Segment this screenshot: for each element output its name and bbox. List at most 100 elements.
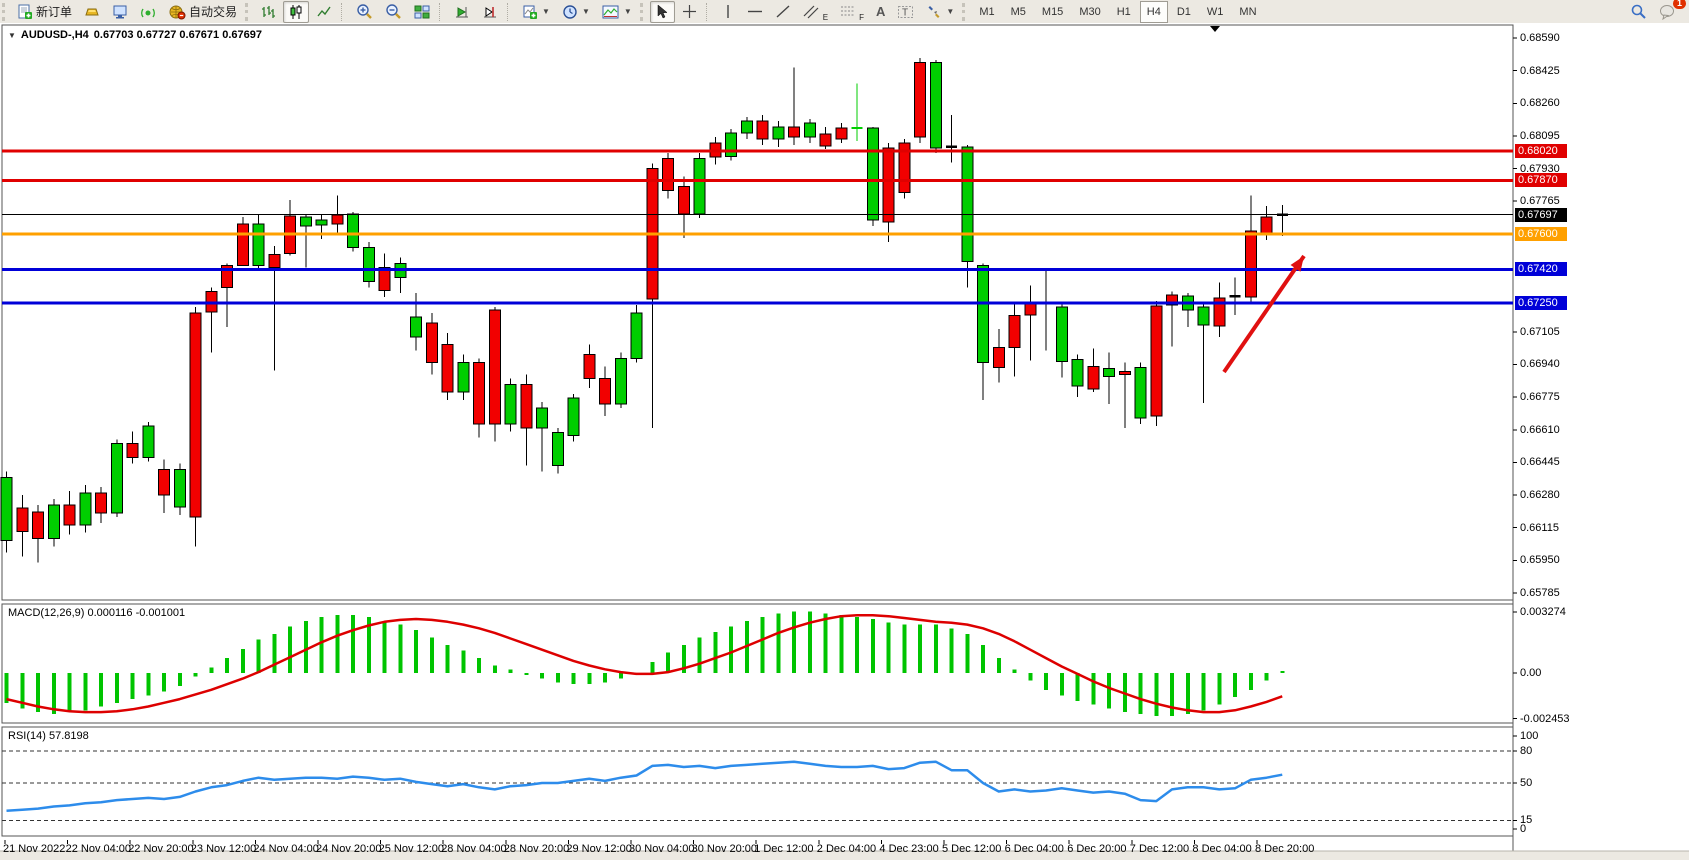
candle[interactable] [1072,355,1083,398]
chart-canvas[interactable] [0,23,1689,860]
candle[interactable] [379,254,390,298]
candle[interactable] [1119,363,1130,428]
candle[interactable] [1104,353,1115,404]
candle[interactable] [1009,303,1020,376]
candle[interactable] [64,491,75,534]
candle[interactable] [1277,205,1288,236]
candle[interactable] [741,117,752,139]
candle[interactable] [33,505,44,562]
timeframe-button-h4[interactable]: H4 [1140,1,1168,23]
candle[interactable] [789,68,800,145]
candle[interactable] [1056,303,1067,377]
auto-trading-button[interactable]: 自动交易 [163,1,242,23]
candle[interactable] [584,345,595,389]
candle[interactable] [159,459,170,513]
chart-window[interactable]: ▼ AUDUSD-,H4 0.67703 0.67727 0.67671 0.6… [0,23,1689,860]
new-order-button[interactable]: 新订单 [12,1,77,23]
timeframe-button-d1[interactable]: D1 [1170,1,1198,23]
trendline-tool-button[interactable] [770,1,796,23]
candle[interactable] [537,402,548,471]
candle[interactable] [647,164,658,428]
trend-arrow-annotation[interactable] [1224,256,1304,372]
candle[interactable] [96,487,107,523]
candle[interactable] [804,119,815,143]
candle[interactable] [426,313,437,374]
candle[interactable] [883,143,894,242]
candle[interactable] [395,258,406,294]
candle[interactable] [348,212,359,252]
chart-shift-marker-icon[interactable] [1210,26,1220,32]
text-tool-button[interactable]: A [871,1,890,23]
candle[interactable] [489,307,500,442]
candle[interactable] [505,378,516,431]
candle[interactable] [111,440,122,517]
candlestick-chart-button[interactable] [283,1,309,23]
candle[interactable] [300,214,311,267]
candle[interactable] [48,499,59,547]
candle[interactable] [663,153,674,199]
arrows-tool-button[interactable]: ▼ [921,1,959,23]
candle[interactable] [190,307,201,546]
auto-scroll-button[interactable] [449,1,475,23]
candle[interactable] [1025,285,1036,360]
timeframe-button-m5[interactable]: M5 [1004,1,1033,23]
chart-shift-button[interactable] [477,1,503,23]
timeframe-button-h1[interactable]: H1 [1110,1,1138,23]
candle[interactable] [962,145,973,287]
candle[interactable] [1167,291,1178,346]
cursor-button[interactable] [650,1,675,23]
candle[interactable] [442,333,453,400]
text-label-tool-button[interactable]: T [892,1,919,23]
timeframe-button-w1[interactable]: W1 [1200,1,1231,23]
candle[interactable] [930,60,941,153]
candle[interactable] [222,264,233,327]
new-chart-button[interactable]: ▼ [517,1,555,23]
candle[interactable] [521,374,532,465]
candle[interactable] [174,463,185,514]
candle[interactable] [1041,270,1052,351]
candle[interactable] [694,153,705,218]
candle[interactable] [899,139,910,198]
terminal-button[interactable] [107,1,133,23]
horizontal-line-tool-button[interactable] [742,1,768,23]
candle[interactable] [568,394,579,442]
candle[interactable] [978,264,989,401]
candle[interactable] [678,177,689,238]
candle[interactable] [1230,277,1241,315]
candle[interactable] [631,305,642,362]
zoom-out-button[interactable] [380,1,407,23]
candle[interactable] [237,217,248,266]
timeframe-button-mn[interactable]: MN [1232,1,1263,23]
candle[interactable] [474,359,485,438]
tile-windows-button[interactable] [409,1,435,23]
candle[interactable] [773,121,784,147]
candle[interactable] [1214,282,1225,336]
candle[interactable] [946,115,957,163]
candle[interactable] [852,84,863,141]
candle[interactable] [836,123,847,143]
signal-button[interactable] [135,1,161,23]
timeframe-button-m15[interactable]: M15 [1035,1,1070,23]
candle[interactable] [269,246,280,371]
candle[interactable] [552,428,563,474]
candle[interactable] [1135,363,1146,424]
candle[interactable] [285,200,296,255]
fibonacci-tool-button[interactable]: F [835,1,869,23]
candle[interactable] [757,115,768,145]
zoom-in-button[interactable] [351,1,378,23]
candle[interactable] [458,355,469,401]
gold-ingot-button[interactable] [79,1,105,23]
line-chart-button[interactable] [311,1,337,23]
candle[interactable] [253,214,264,269]
candle[interactable] [80,485,91,533]
candle[interactable] [1245,195,1256,303]
vertical-line-tool-button[interactable] [716,1,740,23]
ohlc-bars-button[interactable] [255,1,281,23]
candle[interactable] [1,471,12,552]
candle[interactable] [1088,349,1099,393]
timeframe-button-m30[interactable]: M30 [1072,1,1107,23]
templates-button[interactable]: ▼ [597,1,637,23]
candle[interactable] [820,127,831,149]
candle[interactable] [615,353,626,408]
crosshair-button[interactable] [677,1,702,23]
